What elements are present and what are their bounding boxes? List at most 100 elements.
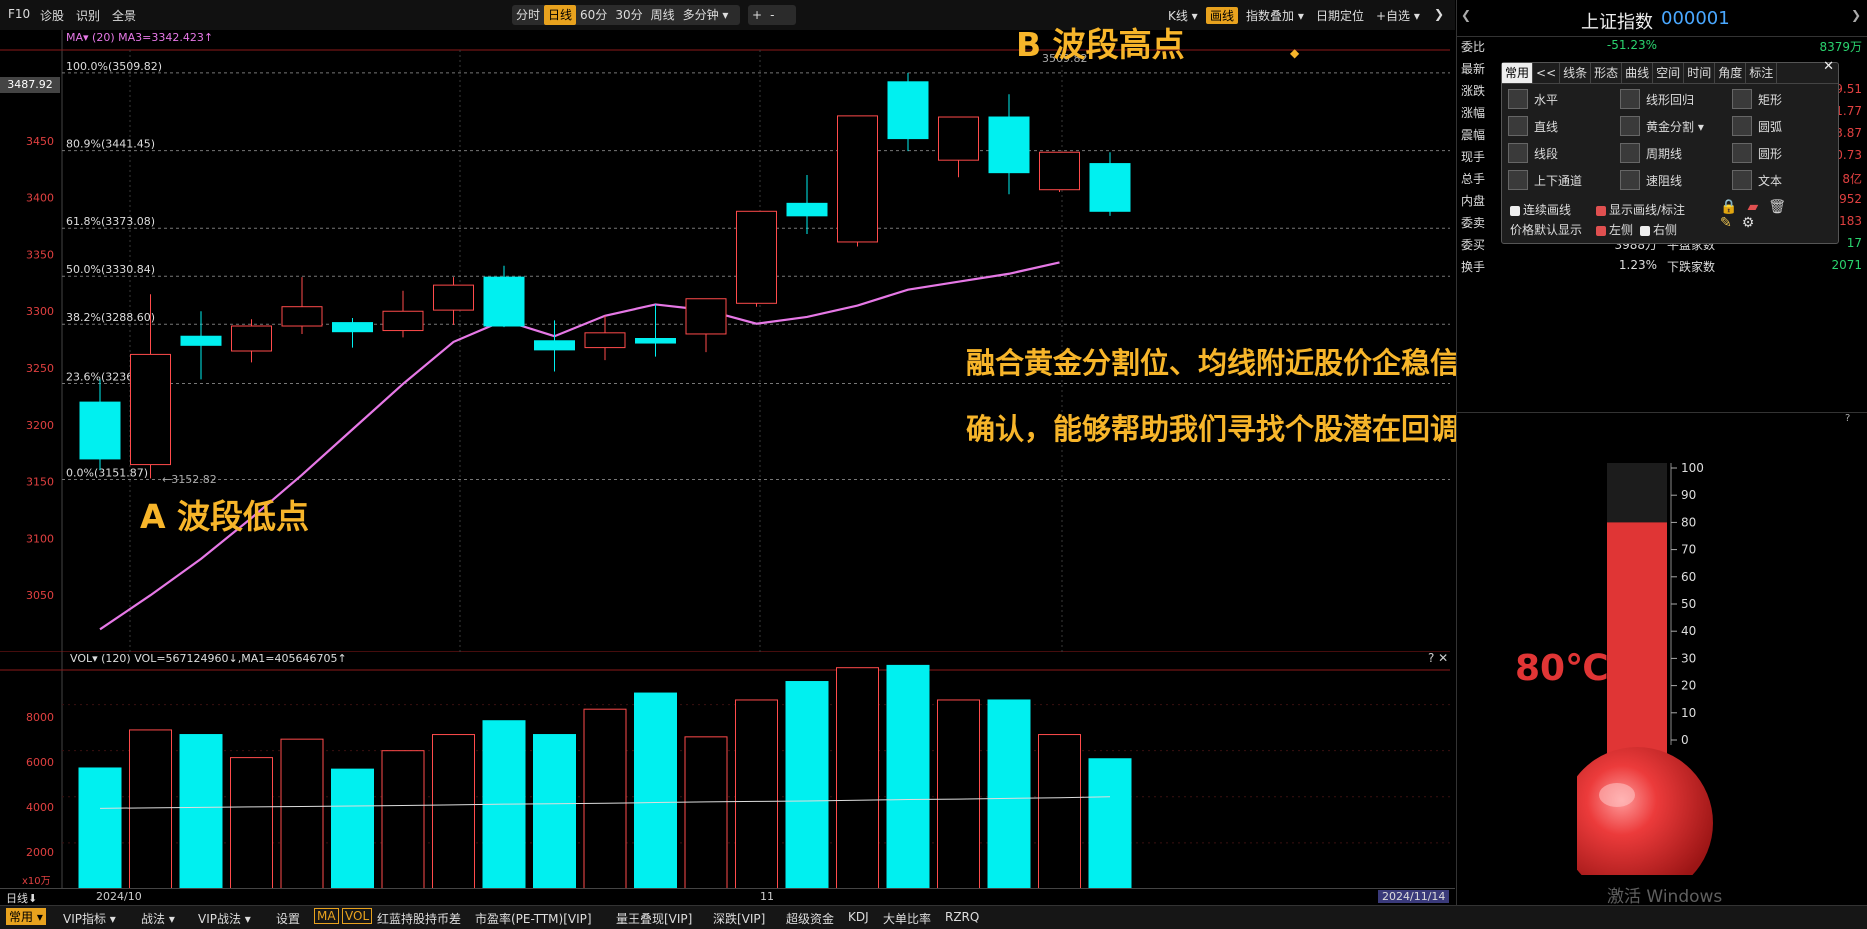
gear-icon[interactable]: ⚙ — [1742, 215, 1765, 231]
bottom-tab[interactable]: 超级资金 — [786, 910, 834, 927]
drawing-tool[interactable]: 上下通道 — [1508, 170, 1582, 190]
period-tab[interactable]: 周线 — [647, 5, 679, 25]
volume-bar[interactable] — [1088, 758, 1132, 889]
candle-body[interactable] — [483, 276, 525, 327]
lock-icon[interactable]: 🔒 — [1720, 199, 1747, 215]
volume-bar[interactable] — [533, 734, 576, 889]
drawing-tab[interactable]: 时间 — [1684, 63, 1716, 83]
drawing-tab[interactable]: 形态 — [1591, 63, 1623, 83]
bottom-tab[interactable]: VIP指标 ▾ — [63, 910, 116, 927]
left-side-option[interactable]: 左侧 — [1596, 221, 1633, 238]
candle-body[interactable] — [988, 116, 1030, 174]
candle-body[interactable] — [786, 202, 828, 217]
volume-bar[interactable] — [432, 734, 475, 889]
candle-body[interactable] — [79, 401, 121, 460]
bottom-tab[interactable]: 常用 ▾ — [6, 908, 46, 925]
period-tab[interactable]: 多分钟 ▾ — [679, 5, 733, 25]
drawing-tab[interactable]: 角度 — [1715, 63, 1747, 83]
volume-bar[interactable] — [331, 768, 374, 889]
toolbox-actions[interactable]: 🔒▰🗑 ✎⚙ — [1720, 199, 1838, 231]
candle-body[interactable] — [281, 306, 323, 327]
volume-bar[interactable] — [1038, 734, 1081, 889]
candle-body[interactable] — [584, 332, 626, 349]
drawing-tool[interactable]: 直线 — [1508, 116, 1558, 136]
volume-bar[interactable] — [836, 667, 879, 889]
period-tab-active[interactable]: 日线 — [544, 5, 577, 25]
volume-bar[interactable] — [634, 692, 677, 889]
period-tab[interactable]: 60分 — [576, 5, 611, 25]
volume-bar[interactable] — [230, 757, 273, 889]
next-stock-icon[interactable]: ❯ — [1851, 8, 1861, 22]
drawing-tool[interactable]: 黄金分割 ▾ — [1620, 116, 1704, 136]
volume-bar[interactable] — [886, 664, 930, 889]
bottom-tab[interactable]: 市盈率(PE-TTM)[VIP] — [475, 910, 592, 927]
candle-body[interactable] — [685, 298, 727, 335]
bottom-tab[interactable]: MA — [314, 908, 339, 924]
volume-bar[interactable] — [381, 750, 425, 889]
volume-bar[interactable] — [785, 681, 829, 889]
bottom-tab[interactable]: 战法 ▾ — [141, 910, 175, 927]
delete-icon[interactable]: 🗑 — [1768, 199, 1796, 215]
bottom-tab[interactable]: 深跌[VIP] — [713, 910, 765, 927]
bottom-tab[interactable]: KDJ — [848, 910, 869, 924]
candle-body[interactable] — [635, 338, 676, 344]
candle-body[interactable] — [180, 335, 222, 346]
period-tab[interactable]: 分时 — [512, 5, 544, 25]
period-label[interactable]: 日线⬇ — [6, 890, 37, 906]
candle-body[interactable] — [433, 284, 474, 311]
candle-body[interactable] — [1039, 151, 1080, 191]
drawing-tool[interactable]: 矩形 — [1732, 89, 1782, 109]
drawing-tool[interactable]: 线形回归 — [1620, 89, 1694, 109]
drawing-tool[interactable]: 文本 — [1732, 170, 1782, 190]
drawing-toolbox[interactable]: 常用 << 线条 形态 曲线 空间 时间 角度 标注 ✕ 水平 线形回归 矩形 直线 黄金分割 ▾ 圆弧线… — [1501, 59, 1839, 244]
candle-body[interactable] — [534, 340, 575, 351]
volume-bar[interactable] — [78, 767, 122, 889]
volume-bar[interactable] — [129, 729, 172, 889]
volume-bar[interactable] — [937, 699, 980, 889]
volume-close-icon[interactable]: ? ✕ — [1428, 651, 1448, 665]
candle-body[interactable] — [231, 325, 272, 352]
drawing-tool[interactable]: 水平 — [1508, 89, 1558, 109]
candle-body[interactable] — [938, 116, 979, 161]
drawing-tool[interactable]: 速阻线 — [1620, 170, 1682, 190]
volume-bar[interactable] — [179, 734, 223, 889]
candle-body[interactable] — [130, 353, 171, 466]
candle-body[interactable] — [1089, 163, 1131, 212]
prev-stock-icon[interactable]: ❮ — [1461, 8, 1471, 22]
candle-body[interactable] — [332, 322, 373, 333]
volume-bar[interactable] — [583, 708, 627, 889]
eraser-icon[interactable]: ▰ — [1747, 199, 1768, 215]
drawing-tab[interactable]: 常用 — [1502, 63, 1534, 83]
continuous-draw-option[interactable]: 连续画线 — [1510, 201, 1571, 218]
overview-button[interactable]: 全景 — [112, 7, 136, 24]
collapse-panel-icon[interactable]: ❯ — [1434, 7, 1444, 21]
show-drawings-option[interactable]: 显示画线/标注 — [1596, 201, 1685, 218]
candle-body[interactable] — [736, 210, 777, 304]
drawing-tab[interactable]: 空间 — [1653, 63, 1685, 83]
volume-chart[interactable] — [0, 652, 1455, 889]
right-side-option[interactable]: 右侧 — [1640, 221, 1677, 238]
candle-body[interactable] — [887, 81, 929, 140]
drawing-tool[interactable]: 圆形 — [1732, 143, 1782, 163]
date-locate-button[interactable]: 日期定位 — [1316, 7, 1364, 24]
brush-icon[interactable]: ✎ — [1720, 215, 1742, 231]
volume-bar[interactable] — [684, 736, 728, 889]
drawing-tab[interactable]: 标注 — [1746, 63, 1778, 83]
drawing-tab[interactable]: 曲线 — [1622, 63, 1654, 83]
bottom-tab[interactable]: VIP战法 ▾ — [198, 910, 251, 927]
volume-bar[interactable] — [735, 699, 778, 889]
bottom-tab[interactable]: 红蓝持股持币差 — [377, 910, 461, 927]
watchlist-dropdown[interactable]: +自选 ▾ — [1376, 7, 1420, 24]
bottom-tab[interactable]: 大单比率 — [883, 910, 931, 927]
f10-button[interactable]: F10 — [8, 7, 30, 21]
identify-button[interactable]: 识别 — [76, 7, 100, 24]
candle-body[interactable] — [837, 115, 878, 243]
bottom-tab[interactable]: VOL — [342, 908, 373, 924]
drawing-tool[interactable]: 线段 — [1508, 143, 1558, 163]
close-icon[interactable]: ✕ — [1823, 59, 1834, 74]
bottom-tab[interactable]: 量王叠现[VIP] — [616, 910, 692, 927]
diagnose-button[interactable]: 诊股 — [40, 7, 64, 24]
index-overlay-dropdown[interactable]: 指数叠加 ▾ — [1246, 7, 1304, 24]
candle-body[interactable] — [382, 310, 424, 332]
volume-bar[interactable] — [280, 738, 324, 889]
